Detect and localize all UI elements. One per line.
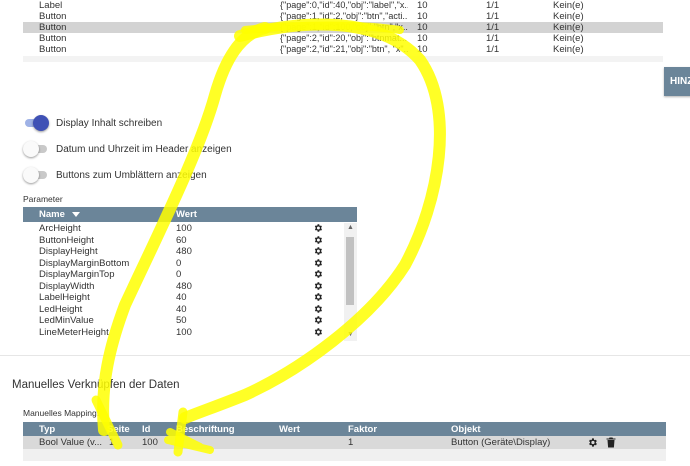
- highlight-stroke: [97, 22, 271, 436]
- highlight-annotation: [91, 18, 446, 457]
- highlight-stroke: [241, 21, 404, 34]
